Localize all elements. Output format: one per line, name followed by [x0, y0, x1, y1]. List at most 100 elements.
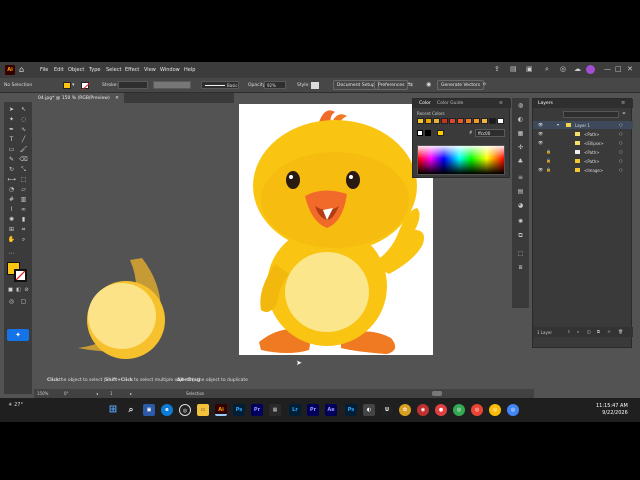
maximize-icon[interactable]: □	[615, 65, 622, 73]
screen-mode-icon[interactable]: ▢	[19, 298, 28, 306]
recent-color-swatch[interactable]	[417, 118, 424, 124]
filter-icon[interactable]: ⏷	[622, 111, 626, 117]
brush-field[interactable]: Basic	[201, 81, 239, 89]
weather-widget[interactable]: ☀ 27°	[8, 402, 23, 408]
stroke-panel-icon[interactable]: ≡	[516, 174, 525, 181]
gpu-icon[interactable]: ◎	[560, 65, 566, 73]
generative-recolor-icon[interactable]: ✦	[7, 329, 29, 341]
minimize-icon[interactable]: —	[604, 65, 611, 73]
layer-row[interactable]: 👁 ▾ Layer 1 ○	[533, 121, 633, 129]
lock-icon[interactable]: 🔒	[546, 167, 551, 172]
align-icon[interactable]: ⇆	[408, 81, 413, 88]
chevron-down-icon[interactable]: ▾	[72, 82, 75, 88]
recent-color-swatch[interactable]	[433, 118, 440, 124]
visibility-icon[interactable]: 👁	[538, 131, 543, 136]
target-icon[interactable]: ○	[619, 149, 623, 154]
new-layer-icon[interactable]: ＋	[607, 329, 611, 335]
menu-view[interactable]: View	[144, 67, 156, 73]
lock-icon[interactable]: 🔒	[546, 158, 551, 163]
current-color-swatch[interactable]	[437, 130, 444, 136]
windows-start-icon[interactable]: ⊞	[107, 404, 119, 416]
task-view-icon[interactable]: ▣	[143, 404, 155, 416]
rectangle-tool-icon[interactable]: ▭	[7, 146, 16, 154]
menu-file[interactable]: File	[40, 67, 48, 73]
avatar[interactable]	[586, 65, 595, 74]
eraser-tool-icon[interactable]: ⌫	[19, 156, 28, 164]
paintbrush-tool-icon[interactable]: 🖌	[19, 146, 28, 154]
generate-vectors-button[interactable]: Generate Vectors	[437, 80, 485, 90]
type-tool-icon[interactable]: T	[7, 136, 16, 144]
ae-icon[interactable]: Ae	[325, 404, 337, 416]
illustrator-taskbar-icon[interactable]: Ai	[215, 404, 227, 416]
recent-color-swatch[interactable]	[465, 118, 472, 124]
pencil-tool-icon[interactable]: ✎	[7, 156, 16, 164]
hand-tool-icon[interactable]: ✋	[7, 236, 16, 244]
artboard-nav-prev-icon[interactable]: ◂	[96, 391, 98, 396]
recent-color-swatch[interactable]	[473, 118, 480, 124]
direct-selection-tool-icon[interactable]: ↖	[19, 106, 28, 114]
chrome-profile-icon[interactable]: ◎	[471, 404, 483, 416]
artboard-nav-next-icon[interactable]: ▸	[130, 391, 132, 396]
ps-icon[interactable]: Ps	[233, 404, 245, 416]
scale-tool-icon[interactable]: ⤡	[19, 166, 28, 174]
magic-wand-tool-icon[interactable]: ✦	[7, 116, 16, 124]
rotate-tool-icon[interactable]: ↻	[7, 166, 16, 174]
menu-help[interactable]: Help	[184, 67, 195, 73]
style-swatch[interactable]	[311, 82, 319, 89]
recent-color-swatch[interactable]	[441, 118, 448, 124]
brushes-icon[interactable]: ✣	[516, 144, 525, 151]
magic-wand-icon[interactable]: ✧	[482, 81, 487, 88]
none-mode-icon[interactable]: ⊘	[22, 286, 31, 294]
recent-color-swatch[interactable]	[457, 118, 464, 124]
edge-icon[interactable]: e	[161, 404, 173, 416]
lr-icon[interactable]: Lr	[289, 404, 301, 416]
app-icon[interactable]: ◐	[363, 404, 375, 416]
recent-color-swatch[interactable]	[489, 118, 496, 124]
opacity-field[interactable]: 92%	[264, 81, 286, 89]
chrome-icon[interactable]: ◎	[179, 404, 191, 416]
cloud-icon[interactable]: ☁	[574, 65, 581, 73]
layer-row[interactable]: 👁 <Path> ○	[533, 130, 633, 138]
close-icon[interactable]: ✕	[627, 65, 633, 73]
delete-layer-icon[interactable]: 🗑	[618, 329, 623, 334]
locate-object-icon[interactable]: ⌕	[577, 329, 579, 334]
graph-tool-icon[interactable]: ▮	[19, 216, 28, 224]
layer-row[interactable]: 🔒 <Path> ○	[533, 157, 633, 165]
tab-color-guide[interactable]: Color Guide	[437, 101, 463, 106]
rotation-value[interactable]: 0°	[64, 391, 69, 396]
preferences-button[interactable]: Preferences	[374, 80, 409, 90]
artboard-number[interactable]: 1	[110, 391, 113, 396]
chrome-profile-icon[interactable]: ◎	[507, 404, 519, 416]
ps2-icon[interactable]: Ps	[345, 404, 357, 416]
layer-row[interactable]: 🔒 <Path> ○	[533, 148, 633, 156]
target-icon[interactable]: ○	[619, 131, 623, 136]
unreal-icon[interactable]: U	[381, 404, 393, 416]
edit-toolbar-icon[interactable]: ⋯	[7, 250, 16, 258]
blend-tool-icon[interactable]: ∞	[19, 206, 28, 214]
system-clock[interactable]: 11:15:47 AM 9/22/2026	[596, 403, 628, 417]
app-icon[interactable]: ●	[435, 404, 447, 416]
arrange-icon[interactable]: ▤	[510, 65, 517, 73]
close-tab-icon[interactable]: ✕	[115, 96, 119, 101]
transparency-icon[interactable]: ◕	[516, 202, 525, 209]
artboard[interactable]	[239, 104, 433, 355]
graphic-styles-icon[interactable]: ⧉	[516, 232, 525, 239]
gradient-panel-icon[interactable]: ▤	[516, 188, 525, 195]
color-panel-icon[interactable]: ◍	[516, 102, 525, 109]
target-icon[interactable]: ○	[619, 158, 623, 163]
menu-type[interactable]: Type	[89, 67, 100, 73]
horizontal-scrollbar[interactable]	[432, 391, 442, 396]
clipping-mask-icon[interactable]: ◫	[587, 329, 591, 334]
zoom-value[interactable]: 150%	[37, 391, 48, 396]
lasso-tool-icon[interactable]: ◌	[19, 116, 28, 124]
target-icon[interactable]: ○	[619, 140, 623, 145]
line-tool-icon[interactable]: ╱	[19, 136, 28, 144]
mesh-tool-icon[interactable]: #	[7, 196, 16, 204]
appearance-icon[interactable]: ✺	[516, 218, 525, 225]
recent-color-swatch[interactable]	[497, 118, 504, 124]
layers-search-input[interactable]	[563, 111, 619, 118]
layer-row[interactable]: 👁 <Ellipse> ○	[533, 139, 633, 147]
curvature-tool-icon[interactable]: ∿	[19, 126, 28, 134]
black-swatch[interactable]	[425, 130, 431, 136]
file-explorer-icon[interactable]: ▭	[197, 404, 209, 416]
